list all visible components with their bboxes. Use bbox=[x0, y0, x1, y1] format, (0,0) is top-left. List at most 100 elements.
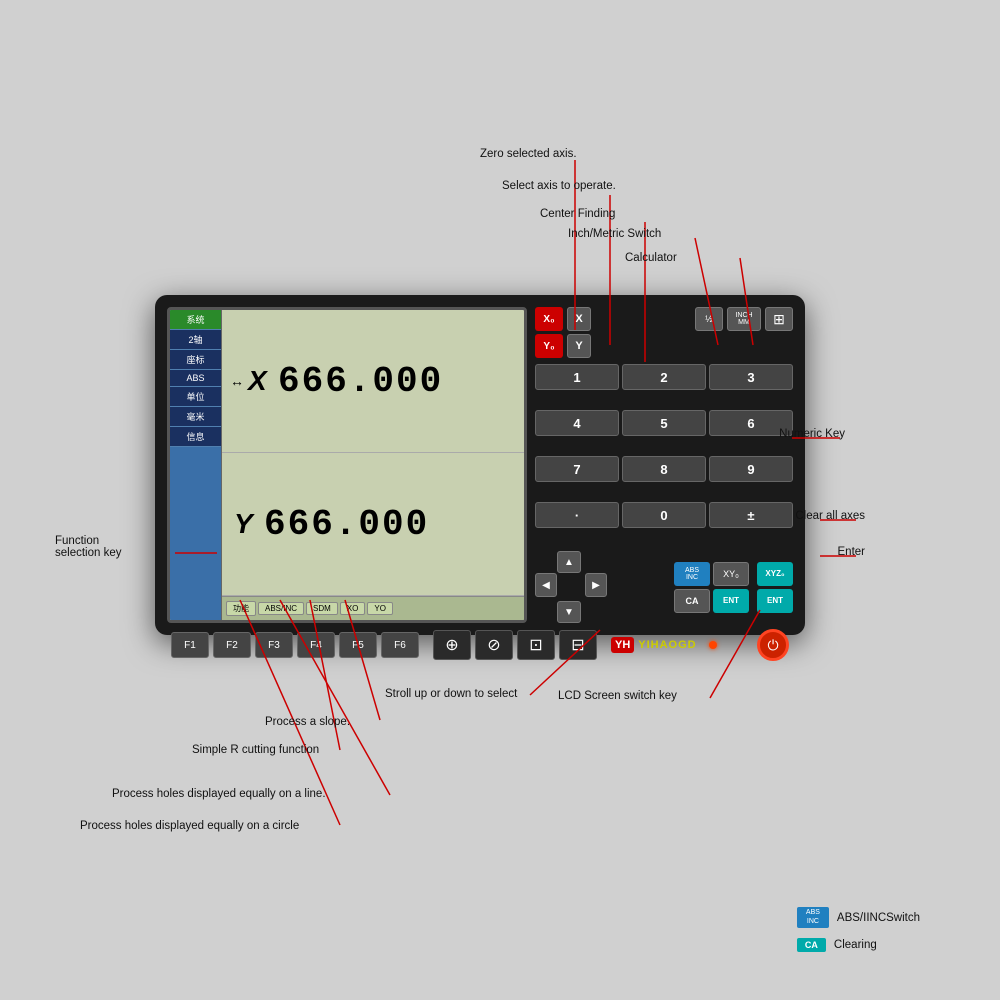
menu-item-unit[interactable]: 单位 bbox=[170, 387, 221, 407]
f1-button[interactable]: F1 bbox=[171, 632, 209, 658]
abs-inc-button[interactable]: ABSINC bbox=[674, 562, 710, 586]
num-1[interactable]: 1 bbox=[535, 364, 619, 390]
annotation-lcd-switch: LCD Screen switch key bbox=[558, 690, 677, 702]
dpad-left[interactable]: ◀ bbox=[535, 573, 557, 597]
action-buttons: ABSINC XY₀ CA ENT bbox=[674, 562, 749, 613]
y0-button[interactable]: Y₀ bbox=[535, 334, 563, 358]
screen-footer: 功能 ABS/INC SDM XO YO bbox=[222, 596, 524, 620]
legend-abs-btn: ABSINC bbox=[797, 907, 829, 928]
num-9[interactable]: 9 bbox=[709, 456, 793, 482]
footer-absinc[interactable]: ABS/INC bbox=[258, 602, 304, 615]
x-select-button[interactable]: X bbox=[567, 307, 591, 331]
y-select-button[interactable]: Y bbox=[567, 334, 591, 358]
logo-text: YIHAOGD bbox=[638, 639, 696, 651]
menu-item-axis[interactable]: 2轴 bbox=[170, 330, 221, 350]
num-2[interactable]: 2 bbox=[622, 364, 706, 390]
power-button[interactable]: ⏻ bbox=[757, 629, 789, 661]
annotation-function: Functionselection key bbox=[55, 535, 121, 559]
dpad-down[interactable]: ▼ bbox=[557, 601, 581, 623]
brand-logo: YH YIHAOGD bbox=[611, 637, 697, 653]
xyz-button[interactable]: XYZ₀ bbox=[757, 562, 793, 586]
screen-main: ↔ X 666.000 Y 666.000 功能 ABS/INC SDM XO bbox=[222, 310, 524, 620]
annotation-holes-circle: Process holes displayed equally on a cir… bbox=[80, 820, 299, 832]
annotation-inch: Inch/Metric Switch bbox=[568, 228, 661, 240]
footer-yo[interactable]: YO bbox=[367, 602, 393, 615]
bottom-controls: ▲ ▼ ◀ ▶ ABSINC XY₀ CA ENT bbox=[535, 551, 793, 623]
control-panel: X₀ Y₀ X Y ½ INCHMM ⊞ 1 2 3 4 5 bbox=[535, 307, 793, 623]
special-buttons: ⊕ ⊘ ⊡ ⊟ bbox=[433, 630, 597, 660]
action-row-1: ABSINC XY₀ bbox=[674, 562, 749, 586]
dpad: ▲ ▼ ◀ ▶ bbox=[535, 551, 607, 623]
special1-button[interactable]: ⊕ bbox=[433, 630, 471, 660]
ent2-button[interactable]: ENT bbox=[757, 589, 793, 613]
y-value: 666.000 bbox=[264, 504, 429, 545]
ca-button[interactable]: CA bbox=[674, 589, 710, 613]
led-indicator bbox=[709, 641, 717, 649]
axis-zero-buttons: X₀ Y₀ bbox=[535, 307, 563, 358]
special2-button[interactable]: ⊘ bbox=[475, 630, 513, 660]
annotation-clearall: Clear all axes bbox=[795, 510, 865, 522]
calculator-button[interactable]: ⊞ bbox=[765, 307, 793, 331]
menu-sidebar: 系统 2轴 座标 ABS 单位 毫米 信息 bbox=[170, 310, 222, 620]
legend-abs-label: ABS/IINCSwitch bbox=[837, 912, 920, 924]
num-3[interactable]: 3 bbox=[709, 364, 793, 390]
f6-button[interactable]: F6 bbox=[381, 632, 419, 658]
menu-item-system[interactable]: 系统 bbox=[170, 310, 221, 330]
f5-button[interactable]: F5 bbox=[339, 632, 377, 658]
x0-button[interactable]: X₀ bbox=[535, 307, 563, 331]
footer-xo[interactable]: XO bbox=[340, 602, 366, 615]
annotation-stroll: Stroll up or down to select bbox=[385, 688, 517, 700]
f-buttons: F1 F2 F3 F4 F5 F6 bbox=[171, 632, 419, 658]
annotation-simpler: Simple R cutting function bbox=[192, 744, 319, 756]
axis-select-buttons: X Y bbox=[567, 307, 591, 358]
special3-button[interactable]: ⊡ bbox=[517, 630, 555, 660]
num-0[interactable]: 0 bbox=[622, 502, 706, 528]
num-7[interactable]: 7 bbox=[535, 456, 619, 482]
top-right-buttons: ½ INCHMM ⊞ bbox=[695, 307, 793, 331]
annotation-enter: Enter bbox=[838, 546, 866, 558]
footer-func[interactable]: 功能 bbox=[226, 601, 256, 616]
f4-button[interactable]: F4 bbox=[297, 632, 335, 658]
annotation-center: Center Finding bbox=[540, 208, 615, 220]
device-bottom: F1 F2 F3 F4 F5 F6 ⊕ ⊘ ⊡ ⊟ YH YIHAOGD ⏻ bbox=[167, 629, 793, 661]
legend-ca-label: Clearing bbox=[834, 939, 877, 951]
x-axis-display: ↔ X 666.000 bbox=[222, 310, 524, 453]
device: 系统 2轴 座标 ABS 单位 毫米 信息 ↔ X 666.000 bbox=[155, 295, 805, 635]
annotation-zero-axis: Zero selected axis. bbox=[480, 148, 577, 160]
menu-item-mm[interactable]: 毫米 bbox=[170, 407, 221, 427]
half-button[interactable]: ½ bbox=[695, 307, 723, 331]
num-5[interactable]: 5 bbox=[622, 410, 706, 436]
dpad-right[interactable]: ▶ bbox=[585, 573, 607, 597]
annotation-calc: Calculator bbox=[625, 252, 677, 264]
num-8[interactable]: 8 bbox=[622, 456, 706, 482]
x-value: 666.000 bbox=[278, 361, 443, 402]
legend-section: ABSINC ABS/IINCSwitch CA Clearing bbox=[797, 907, 920, 952]
f3-button[interactable]: F3 bbox=[255, 632, 293, 658]
numpad: 1 2 3 4 5 6 7 8 9 · 0 ± bbox=[535, 364, 793, 545]
num-dot[interactable]: · bbox=[535, 502, 619, 528]
annotation-holes-line: Process holes displayed equally on a lin… bbox=[112, 788, 326, 800]
x-label: X bbox=[248, 365, 278, 397]
xy-button[interactable]: XY₀ bbox=[713, 562, 749, 586]
dpad-up[interactable]: ▲ bbox=[557, 551, 581, 573]
annotation-select-axis: Select axis to operate. bbox=[502, 180, 616, 192]
annotation-numeric: Numeric Key bbox=[779, 428, 845, 440]
special4-button[interactable]: ⊟ bbox=[559, 630, 597, 660]
legend-ca: CA Clearing bbox=[797, 938, 920, 952]
menu-item-coord[interactable]: 座标 bbox=[170, 350, 221, 370]
legend-ca-btn: CA bbox=[797, 938, 826, 952]
logo-yh: YH bbox=[611, 637, 634, 653]
f2-button[interactable]: F2 bbox=[213, 632, 251, 658]
menu-item-abs[interactable]: ABS bbox=[170, 370, 221, 387]
action-row-2: CA ENT bbox=[674, 589, 749, 613]
footer-sdm[interactable]: SDM bbox=[306, 602, 338, 615]
lcd-screen: 系统 2轴 座标 ABS 单位 毫米 信息 ↔ X 666.000 bbox=[167, 307, 527, 623]
menu-item-info[interactable]: 信息 bbox=[170, 427, 221, 447]
annotation-slope: Process a slope. bbox=[265, 716, 350, 728]
num-plusminus[interactable]: ± bbox=[709, 502, 793, 528]
num-4[interactable]: 4 bbox=[535, 410, 619, 436]
inch-metric-button[interactable]: INCHMM bbox=[727, 307, 761, 331]
x-arrow: ↔ bbox=[230, 373, 244, 389]
y-axis-display: Y 666.000 bbox=[222, 453, 524, 596]
ent-button[interactable]: ENT bbox=[713, 589, 749, 613]
